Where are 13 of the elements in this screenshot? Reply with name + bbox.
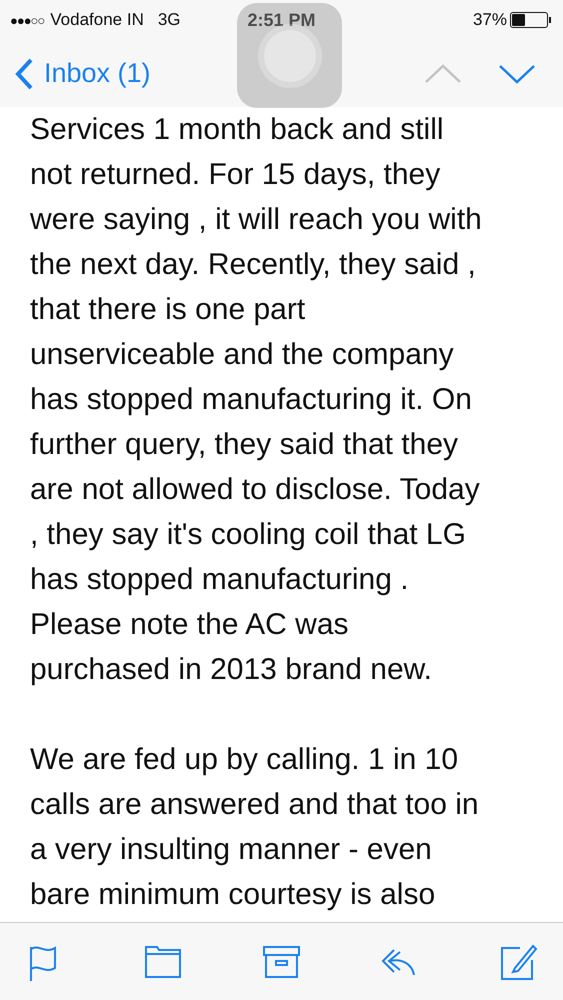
chevron-left-icon bbox=[14, 56, 34, 90]
signal-dots: ●●●○○ bbox=[10, 12, 44, 28]
message-paragraph: We are fed up by calling. 1 in 10 calls are answered and that too in a very insulting manner - even bare minimum courtesy is also bbox=[30, 742, 480, 913]
carrier-name: Vodafone IN bbox=[50, 10, 144, 30]
assistive-touch-button[interactable] bbox=[237, 3, 342, 108]
chevron-down-icon[interactable] bbox=[497, 62, 537, 84]
battery-percent: 37% bbox=[472, 10, 507, 30]
compose-icon[interactable] bbox=[498, 942, 538, 982]
network-type: 3G bbox=[158, 10, 181, 30]
clock-time: 2:51 PM bbox=[247, 10, 316, 30]
message-paragraph: Services 1 month back and still not returned. For 15 days, they were saying , it will reach you with the next day. Recently, they said , that there is one part unserviceable and the company has stopped manufacturing it. On further query, they said that they are not allowed to disclose. Today , they say it's cooling coil that LG has stopped manufacturing . Please note the AC was purchased in 2013 brand new. bbox=[30, 112, 483, 688]
back-button[interactable]: Inbox (1) bbox=[14, 56, 151, 90]
battery-icon bbox=[510, 12, 548, 28]
